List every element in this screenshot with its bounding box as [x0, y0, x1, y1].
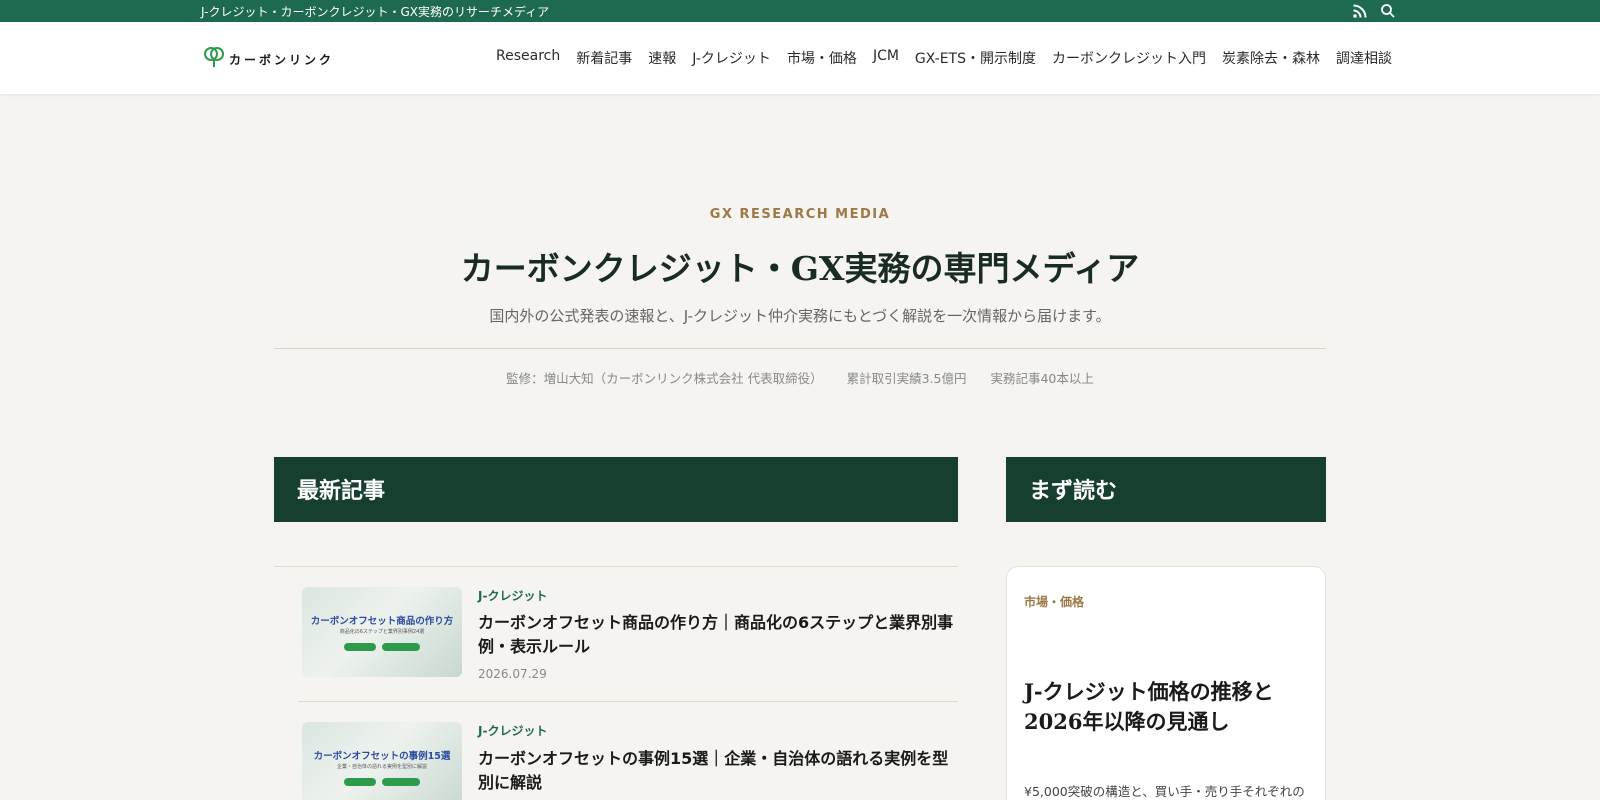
thumbnail-pill	[382, 643, 420, 651]
nav-item-carbon-credit-intro[interactable]: カーボンクレジット入門	[1052, 48, 1206, 68]
first-read-header: まず読む	[1006, 457, 1326, 522]
site-header: カーボンリンク Research 新着記事 速報 J-クレジット 市場・価格 J…	[0, 22, 1600, 94]
article-category[interactable]: J-クレジット	[478, 587, 547, 604]
thumbnail-subtitle: 商品化の6ステップと業界別事例24選	[339, 629, 425, 635]
list-item[interactable]: カーボンオフセット商品の作り方 商品化の6ステップと業界別事例24選 J-クレジ…	[298, 575, 958, 709]
rss-icon[interactable]	[1352, 3, 1368, 19]
nav-item-carbon-removal[interactable]: 炭素除去・森林	[1222, 48, 1320, 68]
nav-item-market-price[interactable]: 市場・価格	[787, 48, 857, 68]
logo-text: カーボンリンク	[229, 52, 335, 67]
topbar-icons	[1352, 2, 1396, 20]
nav-item-new-articles[interactable]: 新着記事	[576, 48, 632, 68]
thumbnail-title: カーボンオフセット商品の作り方	[310, 616, 454, 627]
article-date: 2026.07.29	[478, 667, 547, 681]
site-logo[interactable]: カーボンリンク	[203, 46, 334, 72]
nav-item-breaking[interactable]: 速報	[648, 48, 676, 68]
meta-article-count: 実務記事40本以上	[990, 371, 1094, 386]
hero-description: 国内外の公式発表の速報と、J-クレジット仲介実務にもとづく解説を一次情報から届け…	[489, 307, 1111, 325]
nav-item-jcm[interactable]: JCM	[873, 48, 899, 68]
thumbnail-pill	[382, 778, 420, 786]
featured-article-card[interactable]: 市場・価格 J-クレジット価格の推移と2026年以降の見通し ¥5,000突破の…	[1006, 566, 1326, 800]
thumbnail-pill	[344, 778, 376, 786]
main-nav: Research 新着記事 速報 J-クレジット 市場・価格 JCM GX-ET…	[496, 48, 1392, 68]
thumbnail-pills	[302, 778, 462, 786]
search-icon[interactable]	[1380, 3, 1396, 19]
latest-articles-title: 最新記事	[297, 478, 386, 504]
top-bar: J-クレジット・カーボンクレジット・GX実務のリサーチメディア	[0, 0, 1600, 22]
article-title[interactable]: カーボンオフセット商品の作り方｜商品化の6ステップと業界別事例・表示ルール	[478, 611, 956, 659]
meta-transaction-record: 累計取引実績3.5億円	[846, 371, 967, 386]
latest-articles-header: 最新記事	[274, 457, 958, 522]
list-item[interactable]: カーボンオフセットの事例15選 企業・自治体の語れる実例を型別に解説 J-クレジ…	[298, 701, 958, 800]
article-thumbnail[interactable]: カーボンオフセット商品の作り方 商品化の6ステップと業界別事例24選	[302, 587, 462, 677]
featured-title[interactable]: J-クレジット価格の推移と2026年以降の見通し	[1024, 677, 1314, 737]
featured-category[interactable]: 市場・価格	[1024, 593, 1084, 610]
thumbnail-pills	[302, 643, 462, 651]
site-tagline: J-クレジット・カーボンクレジット・GX実務のリサーチメディア	[201, 5, 550, 19]
article-title[interactable]: カーボンオフセットの事例15選｜企業・自治体の語れる実例を型別に解説	[478, 747, 956, 795]
meta-supervisor: 監修：増山大知（カーボンリンク株式会社 代表取締役）	[506, 371, 823, 386]
featured-description: ¥5,000突破の構造と、買い手・売り手それぞれの	[1024, 784, 1305, 799]
hero-eyebrow: GX RESEARCH MEDIA	[709, 207, 891, 222]
thumbnail-subtitle: 企業・自治体の語れる実例を型別に解説	[336, 764, 427, 770]
nav-item-procurement[interactable]: 調達相談	[1336, 48, 1392, 68]
hero-divider	[274, 348, 1326, 349]
article-thumbnail[interactable]: カーボンオフセットの事例15選 企業・自治体の語れる実例を型別に解説	[302, 722, 462, 800]
hero-meta: 監修：増山大知（カーボンリンク株式会社 代表取締役） 累計取引実績3.5億円 実…	[0, 368, 1600, 387]
thumbnail-title: カーボンオフセットの事例15選	[313, 751, 451, 762]
nav-item-gx-ets[interactable]: GX-ETS・開示制度	[915, 48, 1036, 68]
hero-title: カーボンクレジット・GX実務の専門メディア	[460, 249, 1140, 288]
leaf-logo-icon	[203, 46, 225, 72]
thumbnail-pill	[344, 643, 376, 651]
nav-item-j-credit[interactable]: J-クレジット	[692, 48, 771, 68]
nav-item-research[interactable]: Research	[496, 48, 560, 68]
article-category[interactable]: J-クレジット	[478, 722, 547, 739]
first-read-title: まず読む	[1029, 478, 1118, 504]
list-divider	[274, 566, 958, 567]
